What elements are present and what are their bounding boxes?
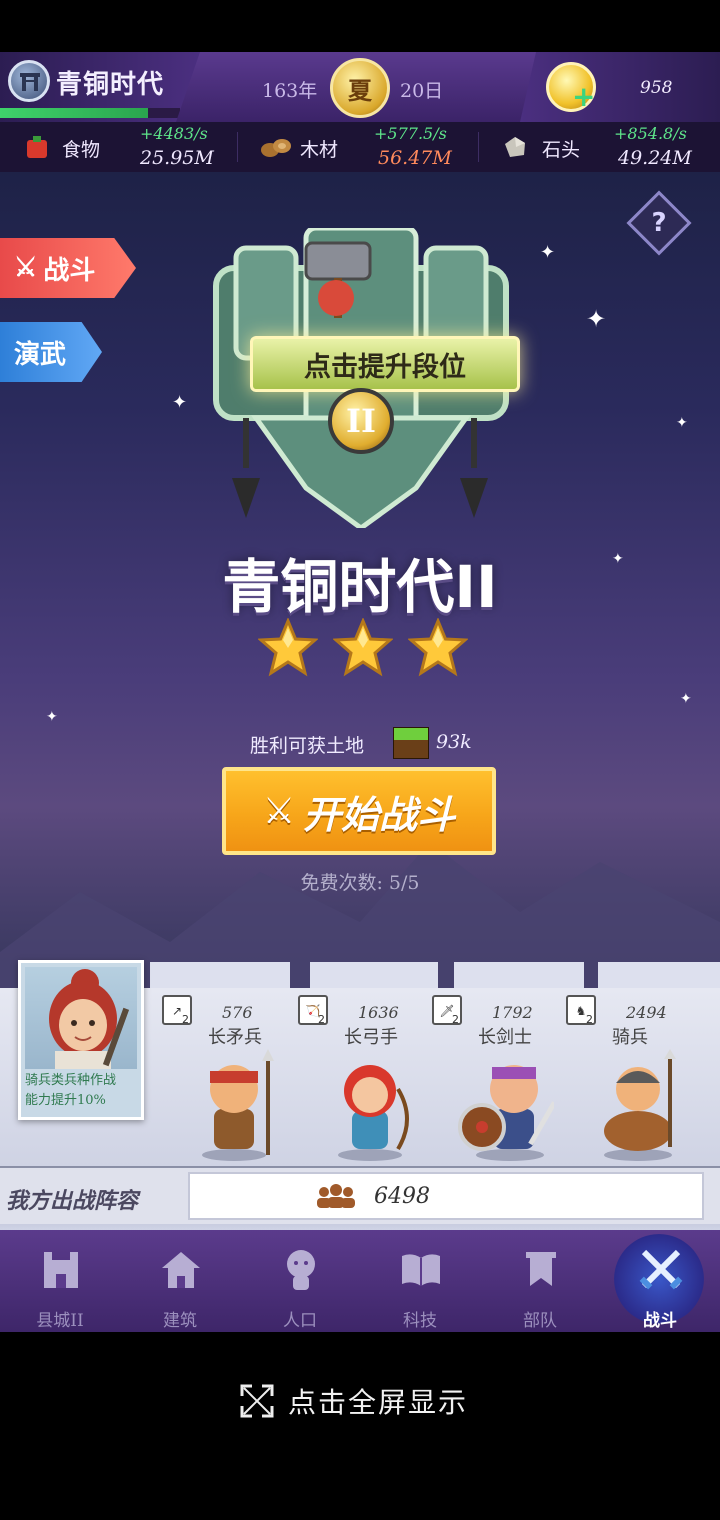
house-icon — [162, 1252, 200, 1288]
land-icon — [393, 727, 429, 759]
resource-wood[interactable]: 木材 +577.5/s 56.47M — [238, 122, 478, 172]
troops-icon — [317, 1184, 355, 1208]
nav-technology[interactable]: 科技 — [360, 1236, 480, 1332]
star-icon — [408, 618, 468, 677]
reward-label: 胜利可获土地 — [250, 735, 365, 757]
general-portrait — [25, 967, 137, 1069]
sparkle-icon: ✦ — [46, 709, 58, 725]
star-rating — [258, 618, 468, 680]
sparkle-icon: ✦ — [586, 305, 607, 333]
gem-count: 958 — [640, 78, 673, 98]
troop-power-box[interactable] — [188, 1172, 704, 1220]
sparkle-icon: ✦ — [172, 392, 188, 413]
fullscreen-label: 点击全屏显示 — [288, 1386, 469, 1419]
general-card[interactable]: 骑兵类兵种作战 能力提升10% — [18, 960, 144, 1120]
cavalry-figure — [604, 1049, 676, 1161]
unit-count: 2494 — [626, 1003, 667, 1022]
add-gems-icon[interactable]: + — [572, 83, 595, 111]
divider — [478, 132, 479, 162]
drill-tab[interactable]: 演武 — [0, 322, 102, 382]
top-bar: 青铜时代 163年 夏 20日 — [0, 52, 720, 122]
unit-count: 1636 — [358, 1003, 399, 1022]
resource-bar: 食物 +4483/s 25.95M 木材 +577.5/s 56.47M 石头 … — [0, 122, 720, 172]
nav-battle[interactable]: 战斗 — [600, 1236, 720, 1332]
crossed-swords-icon: ⚔ — [262, 790, 296, 832]
food-icon — [27, 136, 47, 158]
date-day: 20日 — [400, 80, 444, 102]
resource-rate: +4483/s — [140, 124, 208, 143]
era-gate-icon — [8, 60, 50, 102]
unit-spearman[interactable]: ↗ 2 576 长矛兵 — [162, 995, 302, 1165]
troop-power: 6498 — [374, 1184, 430, 1209]
unit-name: 长弓手 — [344, 1027, 398, 1048]
nav-county[interactable]: 县城II — [0, 1236, 120, 1332]
era-progress-fill — [0, 108, 148, 118]
swordsman-figure — [458, 1065, 554, 1161]
resource-total: 49.24M — [618, 147, 692, 169]
unit-count: 1792 — [492, 1003, 533, 1022]
era-badge[interactable]: 青铜时代 — [0, 52, 200, 122]
start-battle-label: 开始战斗 — [303, 792, 456, 837]
unit-name: 长剑士 — [478, 1027, 532, 1048]
resource-name: 木材 — [300, 139, 339, 161]
archer-figure — [338, 1065, 409, 1161]
unit-swordsman[interactable]: 🗡 2 1792 长剑士 — [432, 995, 572, 1165]
castle-icon — [44, 1252, 78, 1288]
game-screen: 青铜时代 163年 夏 20日 + 958 食物 +4483/s 25.95M … — [0, 0, 720, 1520]
drill-tab-label: 演武 — [14, 339, 67, 370]
resource-stone[interactable]: 石头 +854.8/s 49.24M — [480, 122, 720, 172]
resource-rate: +577.5/s — [374, 124, 447, 143]
crossed-swords-icon — [639, 1249, 683, 1290]
fullscreen-hint[interactable]: 点击全屏显示 — [240, 1383, 468, 1419]
era-heading: 青铜时代II — [222, 553, 498, 621]
person-icon — [287, 1250, 315, 1290]
free-attempts: 免费次数: 5/5 — [300, 872, 420, 894]
sparkle-icon: ✦ — [540, 242, 556, 263]
star-icon — [333, 618, 393, 677]
upgrade-rank-banner[interactable]: 点击提升段位 — [250, 336, 520, 392]
resource-name: 石头 — [542, 139, 581, 161]
general-bonus: 骑兵类兵种作战 能力提升10% — [25, 1073, 117, 1108]
lineup-label: 我方出战阵容 — [6, 1189, 139, 1214]
expand-icon — [240, 1384, 274, 1418]
resource-food[interactable]: 食物 +4483/s 25.95M — [0, 122, 236, 172]
unit-name: 长矛兵 — [208, 1027, 262, 1048]
wood-icon — [261, 139, 291, 157]
reward-amount: 93k — [436, 731, 472, 753]
sparkle-icon: ✦ — [676, 415, 688, 431]
unit-archer[interactable]: 🏹 2 1636 长弓手 — [298, 995, 438, 1165]
era-title: 青铜时代 — [56, 70, 165, 100]
battle-tab-label: 战斗 — [43, 255, 96, 286]
book-icon — [402, 1254, 440, 1286]
unit-name: 骑兵 — [612, 1027, 648, 1048]
rank-medal: II — [328, 388, 394, 454]
start-battle-button[interactable]: ⚔ 开始战斗 — [222, 767, 496, 855]
sparkle-icon: ✦ — [680, 691, 692, 707]
banner-icon — [526, 1252, 556, 1286]
stone-icon — [505, 137, 525, 157]
era-progress-bar — [0, 108, 180, 118]
season-medallion: 夏 — [330, 58, 390, 118]
nav-population[interactable]: 人口 — [240, 1236, 360, 1332]
unit-count: 576 — [222, 1003, 253, 1022]
crossed-swords-icon: ⚔ — [14, 253, 38, 283]
date-year: 163年 — [262, 80, 318, 102]
nav-troops[interactable]: 部队 — [480, 1236, 600, 1332]
unit-cavalry[interactable]: ♞ 2 2494 骑兵 — [566, 995, 706, 1165]
resource-name: 食物 — [62, 139, 101, 161]
star-icon — [258, 618, 318, 677]
resource-total: 25.95M — [140, 147, 214, 169]
resource-total: 56.47M — [378, 147, 452, 169]
battle-tab[interactable]: ⚔ 战斗 — [0, 238, 136, 298]
spearman-figure — [202, 1049, 274, 1161]
resource-rate: +854.8/s — [614, 124, 687, 143]
nav-buildings[interactable]: 建筑 — [120, 1236, 240, 1332]
help-icon: ? — [651, 208, 667, 238]
